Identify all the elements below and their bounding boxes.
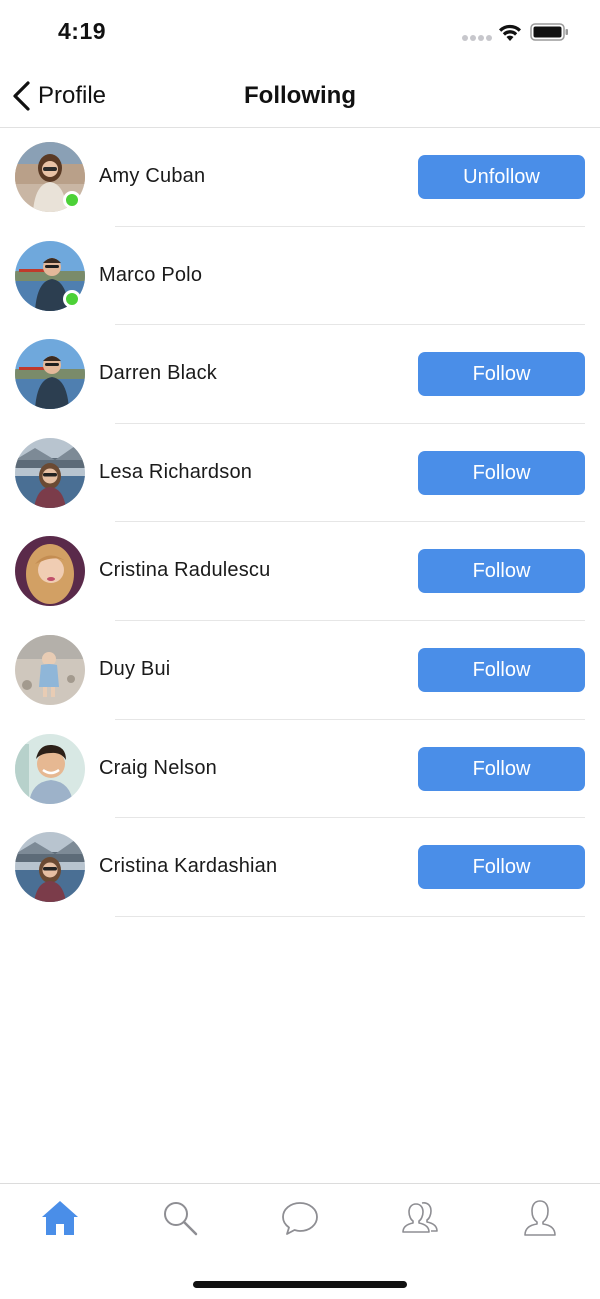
tab-bar [0, 1183, 600, 1299]
user-name: Cristina Kardashian [99, 855, 278, 878]
profile-icon [524, 1200, 556, 1236]
avatar [15, 339, 85, 410]
user-name: Amy Cuban [99, 165, 206, 187]
online-status-dot [63, 289, 81, 308]
list-item[interactable]: Marco Polo [0, 227, 600, 326]
search-icon [164, 1202, 198, 1236]
follow-button[interactable]: Follow [418, 845, 585, 890]
list-item[interactable]: Darren Black Follow [0, 325, 600, 424]
wifi-icon [499, 24, 521, 41]
user-name: Duy Bui [99, 657, 171, 680]
friends-icon [402, 1202, 438, 1233]
avatar [15, 437, 85, 508]
divider [115, 915, 585, 917]
tab-messages[interactable] [270, 1196, 330, 1240]
avatar [15, 832, 85, 903]
user-name: Darren Black [99, 362, 217, 385]
list-item[interactable]: Duy Bui Follow [0, 621, 600, 720]
tab-home[interactable] [30, 1196, 90, 1240]
online-status-dot [63, 191, 81, 209]
status-bar: 4:19 [0, 0, 600, 66]
list-item[interactable]: Cristina Kardashian Follow [0, 818, 600, 917]
follow-button[interactable]: Follow [418, 647, 585, 692]
home-indicator[interactable] [193, 1281, 407, 1288]
user-name: Cristina Radulescu [99, 559, 271, 582]
list-item[interactable]: Amy Cuban Unfollow [0, 128, 600, 227]
list-item[interactable]: Lesa Richardson Follow [0, 424, 600, 523]
status-time: 4:19 [58, 18, 107, 44]
chat-bubble-icon [282, 1202, 318, 1235]
avatar [15, 536, 85, 607]
avatar [15, 733, 85, 804]
follow-button[interactable]: Follow [418, 549, 585, 594]
tab-friends[interactable] [390, 1196, 450, 1240]
follow-button[interactable]: Follow [418, 450, 585, 495]
signal-dots-icon [462, 35, 492, 41]
home-icon [42, 1201, 78, 1235]
avatar [15, 634, 85, 705]
follow-button[interactable]: Follow [418, 352, 585, 397]
follow-button[interactable]: Follow [418, 746, 585, 791]
navigation-bar: Profile Following [0, 66, 600, 128]
user-name: Marco Polo [99, 263, 203, 286]
list-item[interactable]: Craig Nelson Follow [0, 720, 600, 819]
list-item[interactable]: Cristina Radulescu Follow [0, 522, 600, 621]
user-name: Lesa Richardson [99, 460, 253, 483]
tab-search[interactable] [150, 1196, 210, 1240]
user-name: Craig Nelson [99, 756, 218, 779]
following-list: Amy Cuban Unfollow Marco Polo Darren Bla… [0, 128, 600, 917]
battery-icon [530, 23, 568, 41]
page-title: Following [244, 82, 356, 109]
tab-profile[interactable] [510, 1196, 570, 1240]
unfollow-button[interactable]: Unfollow [418, 155, 585, 199]
